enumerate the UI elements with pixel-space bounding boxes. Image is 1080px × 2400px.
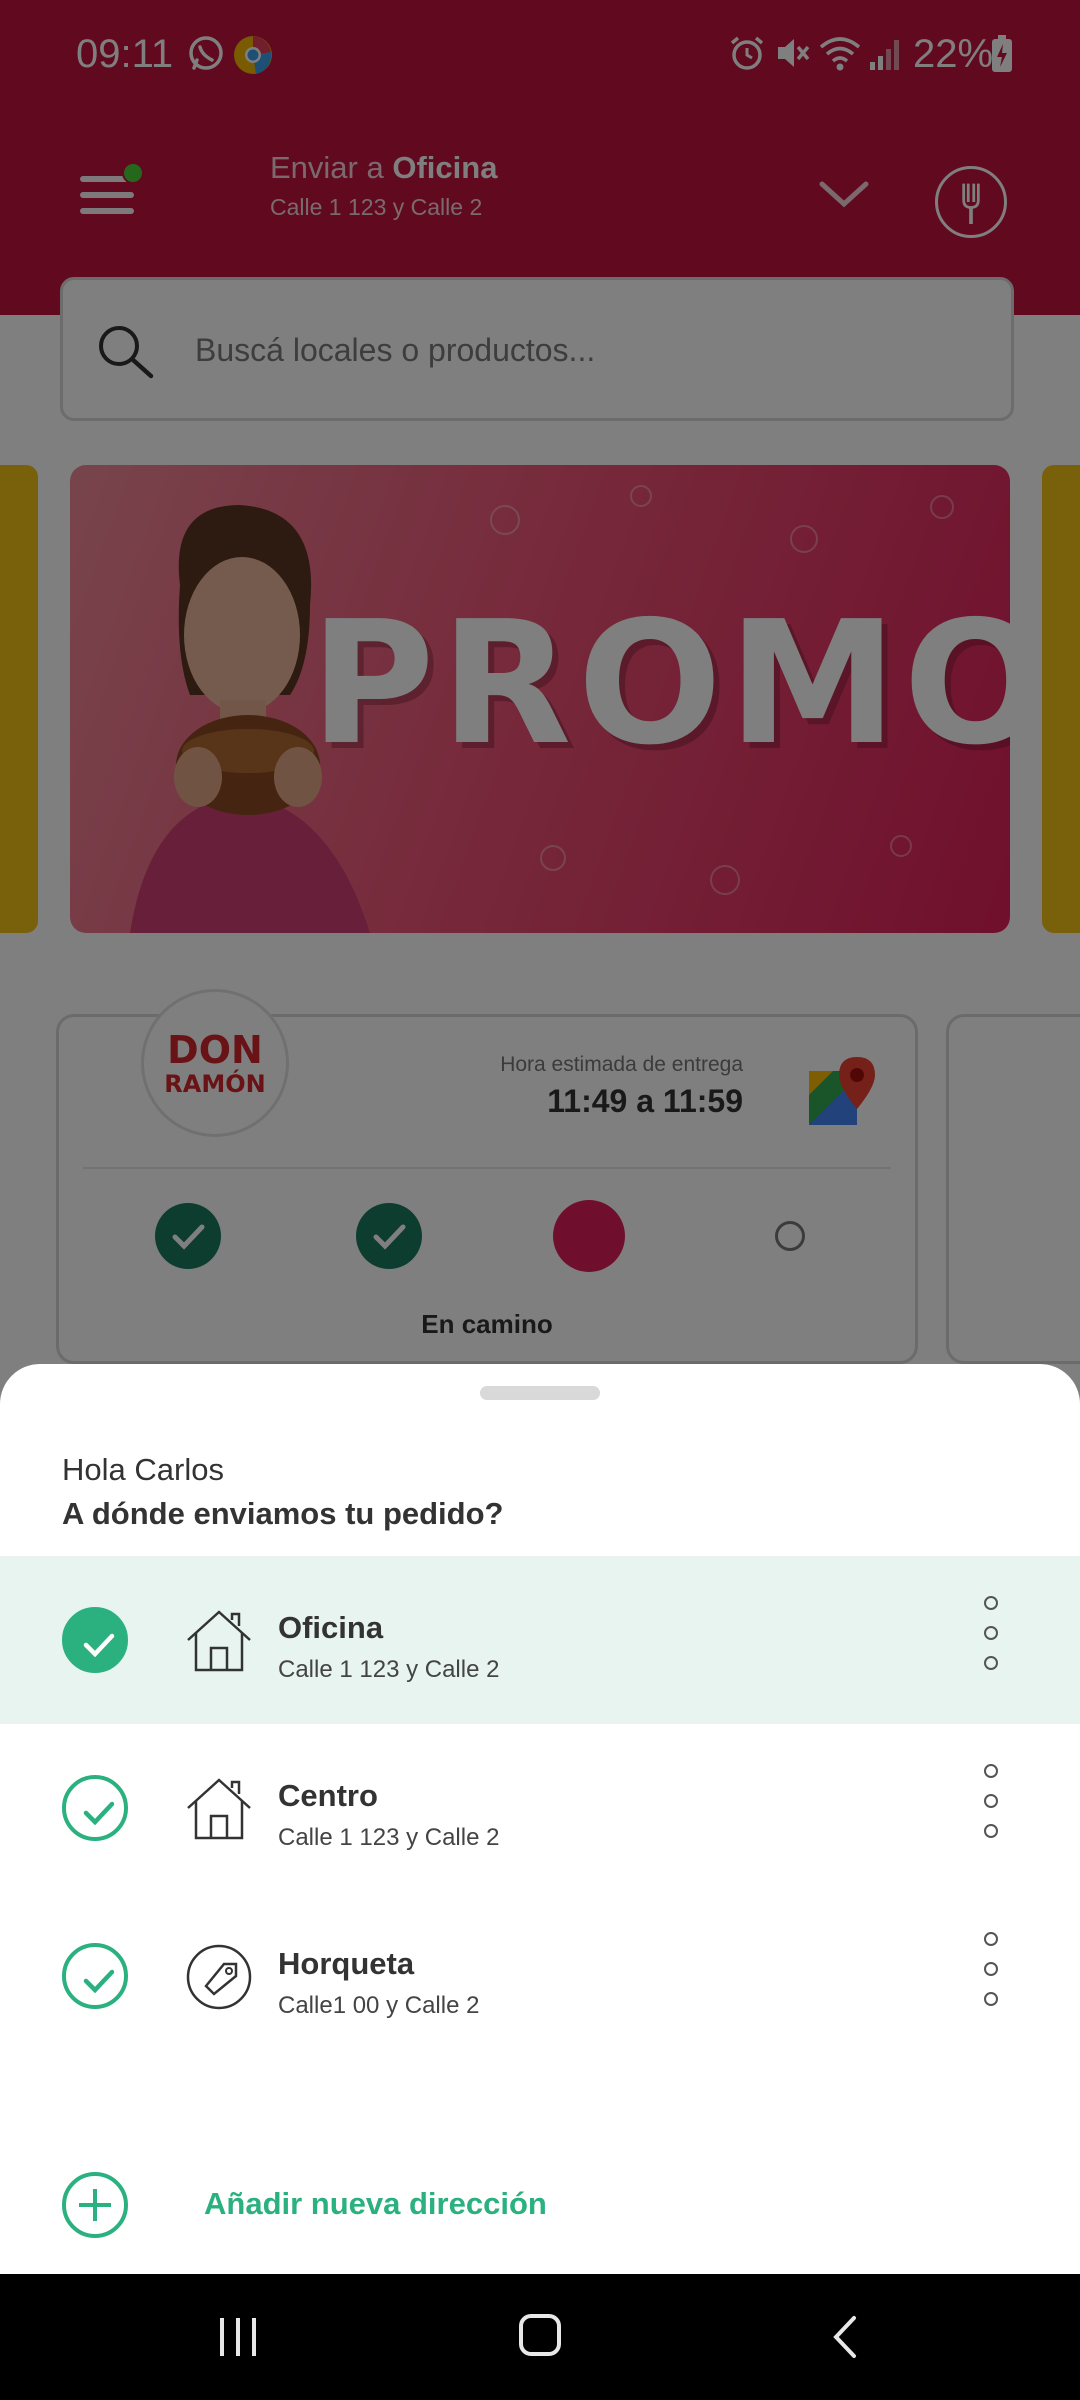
selected-check-icon[interactable] (62, 1607, 128, 1673)
more-options-icon[interactable] (976, 1764, 1006, 1848)
check-icon[interactable] (62, 1943, 128, 2009)
address-detail: Calle1 00 y Calle 2 (278, 1992, 480, 2019)
menu-dot (984, 1992, 998, 2006)
address-detail: Calle 1 123 y Calle 2 (278, 1656, 500, 1683)
greeting-text: Hola Carlos (62, 1452, 224, 1487)
menu-dot (984, 1962, 998, 1976)
home-button[interactable] (519, 2314, 561, 2356)
system-navigation-bar (0, 2274, 1080, 2400)
add-address-label: Añadir nueva dirección (204, 2186, 547, 2221)
more-options-icon[interactable] (976, 1932, 1006, 2016)
recent-apps-button[interactable] (216, 2314, 260, 2358)
menu-dot (984, 1764, 998, 1778)
address-row-centro[interactable]: Centro Calle 1 123 y Calle 2 (0, 1724, 1080, 1892)
address-row-oficina[interactable]: Oficina Calle 1 123 y Calle 2 (0, 1556, 1080, 1724)
house-icon (187, 1610, 251, 1672)
menu-dot (984, 1932, 998, 1946)
add-address-button[interactable]: Añadir nueva dirección (0, 2142, 1080, 2262)
menu-dot (984, 1626, 998, 1640)
recent-bar (220, 2318, 224, 2356)
tag-icon (186, 1944, 252, 2010)
recent-bar (236, 2318, 240, 2356)
back-button[interactable] (830, 2314, 860, 2360)
menu-dot (984, 1596, 998, 1610)
more-options-icon[interactable] (976, 1596, 1006, 1680)
menu-dot (984, 1824, 998, 1838)
address-detail: Calle 1 123 y Calle 2 (278, 1824, 500, 1851)
house-icon (187, 1778, 251, 1840)
menu-dot (984, 1656, 998, 1670)
address-name: Oficina (278, 1610, 384, 1645)
sheet-drag-handle[interactable] (480, 1386, 600, 1400)
recent-bar (252, 2318, 256, 2356)
plus-circle-icon (62, 2172, 128, 2238)
address-row-horqueta[interactable]: Horqueta Calle1 00 y Calle 2 (0, 1892, 1080, 2060)
menu-dot (984, 1794, 998, 1808)
address-bottom-sheet: Hola Carlos A dónde enviamos tu pedido? … (0, 1364, 1080, 2274)
address-name: Centro (278, 1778, 378, 1813)
sheet-title: A dónde enviamos tu pedido? (62, 1496, 504, 1531)
address-name: Horqueta (278, 1946, 415, 1981)
check-icon[interactable] (62, 1775, 128, 1841)
